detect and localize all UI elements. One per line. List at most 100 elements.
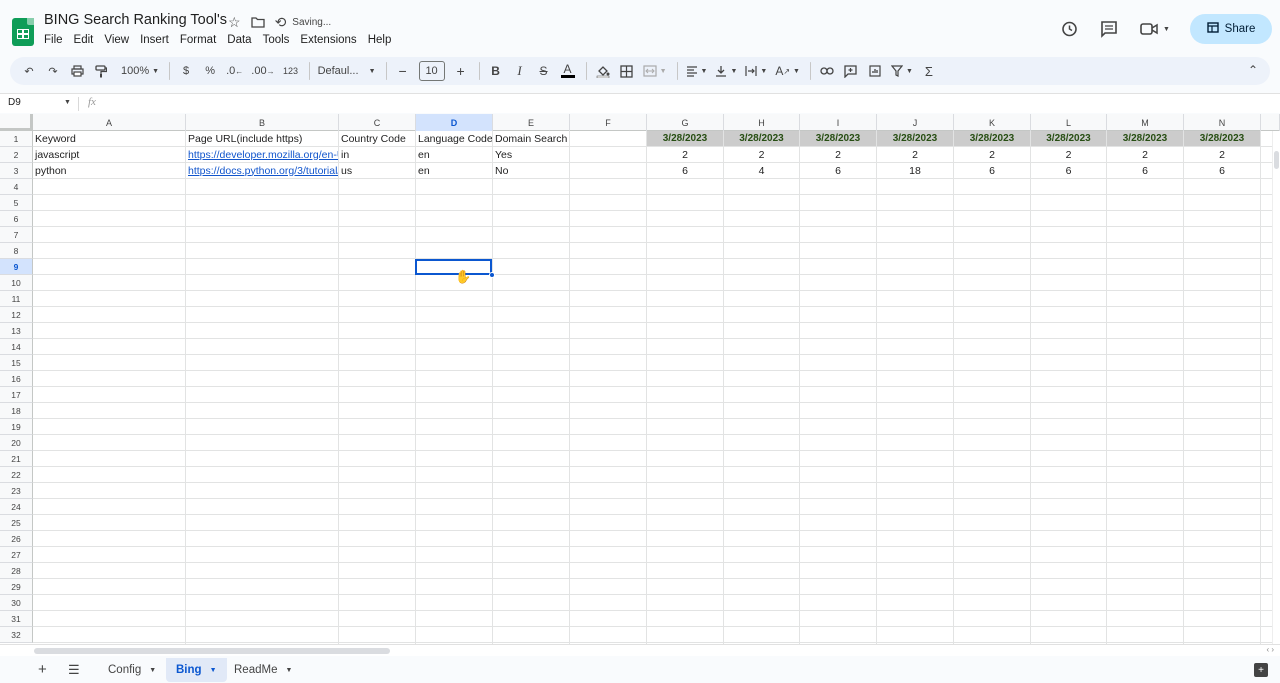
filter-icon[interactable]: ▼ bbox=[888, 60, 916, 82]
menu-view[interactable]: View bbox=[104, 34, 129, 46]
row-header-29[interactable]: 29 bbox=[0, 579, 33, 595]
row-header-24[interactable]: 24 bbox=[0, 499, 33, 515]
cell-i1[interactable]: 3/28/2023 bbox=[800, 131, 876, 146]
cell-b1[interactable]: Page URL(include https) bbox=[186, 131, 338, 146]
tab-readme[interactable]: ReadMe ▼ bbox=[224, 658, 302, 682]
row-header-28[interactable]: 28 bbox=[0, 563, 33, 579]
more-formats-button[interactable]: 123 bbox=[280, 60, 302, 82]
name-box-dropdown-icon[interactable]: ▼ bbox=[64, 99, 71, 106]
cell-e2[interactable]: Yes bbox=[493, 147, 569, 162]
cell-c2[interactable]: in bbox=[339, 147, 415, 162]
row-header-1[interactable]: 1 bbox=[0, 131, 33, 147]
explore-icon[interactable]: + bbox=[1254, 663, 1268, 677]
row-header-14[interactable]: 14 bbox=[0, 339, 33, 355]
increase-font-size-button[interactable]: + bbox=[450, 60, 472, 82]
cell-g1[interactable]: 3/28/2023 bbox=[647, 131, 723, 146]
row-header-30[interactable]: 30 bbox=[0, 595, 33, 611]
row-header-16[interactable]: 16 bbox=[0, 371, 33, 387]
cell-b3[interactable]: https://docs.python.org/3/tutorial/i bbox=[186, 163, 338, 178]
decrease-font-size-button[interactable]: − bbox=[392, 60, 414, 82]
cell-l2[interactable]: 2 bbox=[1031, 147, 1106, 162]
bold-icon[interactable]: B bbox=[485, 60, 507, 82]
row-header-2[interactable]: 2 bbox=[0, 147, 33, 163]
chevron-down-icon[interactable]: ▼ bbox=[210, 667, 217, 674]
merge-cells-icon[interactable]: ▼ bbox=[640, 60, 670, 82]
all-sheets-icon[interactable]: ☰ bbox=[68, 662, 80, 678]
row-header-27[interactable]: 27 bbox=[0, 547, 33, 563]
insert-comment-icon[interactable] bbox=[840, 60, 862, 82]
paint-format-icon[interactable] bbox=[90, 60, 112, 82]
percent-format-button[interactable]: % bbox=[199, 60, 221, 82]
column-header-j[interactable]: J bbox=[877, 114, 954, 131]
column-header-i[interactable]: I bbox=[800, 114, 877, 131]
row-header-21[interactable]: 21 bbox=[0, 451, 33, 467]
horizontal-scrollbar[interactable]: ‹ › bbox=[0, 644, 1280, 656]
print-icon[interactable] bbox=[66, 60, 88, 82]
cell-j1[interactable]: 3/28/2023 bbox=[877, 131, 953, 146]
row-header-25[interactable]: 25 bbox=[0, 515, 33, 531]
menu-format[interactable]: Format bbox=[180, 34, 216, 46]
cell-j3[interactable]: 18 bbox=[877, 163, 953, 178]
row-header-12[interactable]: 12 bbox=[0, 307, 33, 323]
row-header-11[interactable]: 11 bbox=[0, 291, 33, 307]
row-header-18[interactable]: 18 bbox=[0, 403, 33, 419]
select-all-corner[interactable] bbox=[0, 114, 33, 131]
cell-a3[interactable]: python bbox=[33, 163, 185, 178]
functions-icon[interactable]: Σ bbox=[918, 60, 940, 82]
share-button[interactable]: Share bbox=[1190, 14, 1272, 44]
folder-icon[interactable] bbox=[250, 15, 265, 31]
add-sheet-icon[interactable]: + bbox=[38, 661, 47, 678]
italic-icon[interactable]: I bbox=[509, 60, 531, 82]
cell-f1[interactable] bbox=[570, 131, 646, 146]
row-header-26[interactable]: 26 bbox=[0, 531, 33, 547]
text-wrapping-icon[interactable]: ▼ bbox=[742, 60, 770, 82]
column-header-m[interactable]: M bbox=[1107, 114, 1184, 131]
column-header-d[interactable]: D bbox=[416, 114, 493, 131]
cell-d2[interactable]: en bbox=[416, 147, 492, 162]
meet-icon[interactable]: ▼ bbox=[1138, 18, 1172, 40]
doc-title[interactable]: BING Search Ranking Tool's bbox=[44, 12, 227, 28]
cell-d1[interactable]: Language Code bbox=[416, 131, 492, 146]
fill-color-icon[interactable] bbox=[592, 60, 614, 82]
collapse-toolbar-icon[interactable]: ⌃ bbox=[1248, 63, 1258, 77]
chevron-down-icon[interactable]: ▼ bbox=[285, 667, 292, 674]
cell-f2[interactable] bbox=[570, 147, 646, 162]
cell-m1[interactable]: 3/28/2023 bbox=[1107, 131, 1183, 146]
column-header-a[interactable]: A bbox=[33, 114, 186, 131]
cell-e3[interactable]: No bbox=[493, 163, 569, 178]
spreadsheet-grid[interactable]: ABCDEFGHIJKLMN 1 2 3 4 5 6 7 8 9 10 11 12 13 14 15 16 17… bbox=[0, 114, 1280, 644]
font-select[interactable]: Defaul... ▼ bbox=[315, 60, 379, 82]
cell-h1[interactable]: 3/28/2023 bbox=[724, 131, 799, 146]
star-icon[interactable]: ☆ bbox=[228, 14, 241, 31]
cell-l1[interactable]: 3/28/2023 bbox=[1031, 131, 1106, 146]
comment-icon[interactable] bbox=[1098, 18, 1120, 40]
column-header-b[interactable]: B bbox=[186, 114, 339, 131]
row-header-32[interactable]: 32 bbox=[0, 627, 33, 643]
vertical-scrollbar[interactable] bbox=[1272, 131, 1280, 644]
cell-c3[interactable]: us bbox=[339, 163, 415, 178]
cell-g3[interactable]: 6 bbox=[647, 163, 723, 178]
cell-i2[interactable]: 2 bbox=[800, 147, 876, 162]
column-header-e[interactable]: E bbox=[493, 114, 570, 131]
cell-a2[interactable]: javascript bbox=[33, 147, 185, 162]
cell-b2[interactable]: https://developer.mozilla.org/en-U bbox=[186, 147, 338, 162]
row-header-8[interactable]: 8 bbox=[0, 243, 33, 259]
insert-link-icon[interactable] bbox=[816, 60, 838, 82]
column-header-c[interactable]: C bbox=[339, 114, 416, 131]
cell-h2[interactable]: 2 bbox=[724, 147, 799, 162]
cell-l3[interactable]: 6 bbox=[1031, 163, 1106, 178]
row-header-22[interactable]: 22 bbox=[0, 467, 33, 483]
undo-icon[interactable]: ↶ bbox=[18, 60, 40, 82]
column-header-n[interactable]: N bbox=[1184, 114, 1261, 131]
menu-insert[interactable]: Insert bbox=[140, 34, 169, 46]
row-header-6[interactable]: 6 bbox=[0, 211, 33, 227]
decrease-decimal-button[interactable]: .0 ← bbox=[223, 60, 246, 82]
cell-k1[interactable]: 3/28/2023 bbox=[954, 131, 1030, 146]
increase-decimal-button[interactable]: .00 → bbox=[248, 60, 277, 82]
row-header-31[interactable]: 31 bbox=[0, 611, 33, 627]
name-box[interactable]: D9 bbox=[8, 97, 21, 108]
menu-edit[interactable]: Edit bbox=[74, 34, 94, 46]
cell-k3[interactable]: 6 bbox=[954, 163, 1030, 178]
cell-c1[interactable]: Country Code bbox=[339, 131, 415, 146]
menu-tools[interactable]: Tools bbox=[263, 34, 290, 46]
